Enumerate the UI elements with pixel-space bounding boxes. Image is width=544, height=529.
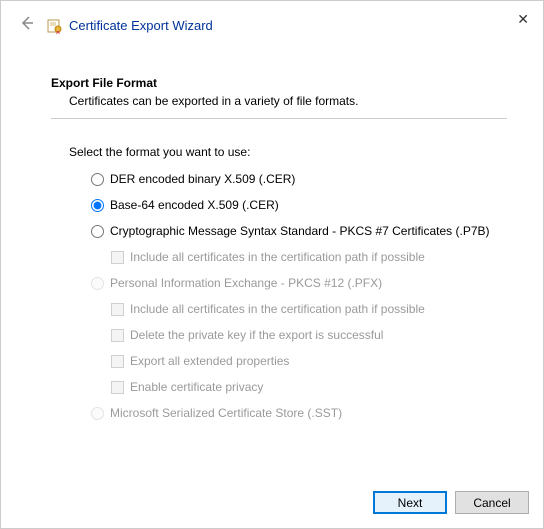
check-pfx-privacy: Enable certificate privacy	[111, 379, 507, 395]
checkbox-icon	[111, 329, 124, 342]
radio-der-input[interactable]	[91, 173, 104, 186]
radio-pkcs7[interactable]: Cryptographic Message Syntax Standard - …	[91, 223, 507, 239]
radio-pfx: Personal Information Exchange - PKCS #12…	[91, 275, 507, 291]
checkbox-icon	[111, 355, 124, 368]
radio-sst-label: Microsoft Serialized Certificate Store (…	[110, 405, 342, 421]
wizard-title: Certificate Export Wizard	[69, 18, 213, 33]
check-pfx-include-label: Include all certificates in the certific…	[130, 301, 425, 317]
check-pkcs7-include-label: Include all certificates in the certific…	[130, 249, 425, 265]
radio-pkcs7-input[interactable]	[91, 225, 104, 238]
certificate-icon	[47, 18, 63, 34]
check-pfx-privacy-label: Enable certificate privacy	[130, 379, 263, 395]
radio-sst: Microsoft Serialized Certificate Store (…	[91, 405, 507, 421]
radio-base64[interactable]: Base-64 encoded X.509 (.CER)	[91, 197, 507, 213]
format-prompt: Select the format you want to use:	[69, 145, 507, 159]
radio-base64-label: Base-64 encoded X.509 (.CER)	[110, 197, 279, 213]
radio-der-label: DER encoded binary X.509 (.CER)	[110, 171, 295, 187]
next-button[interactable]: Next	[373, 491, 447, 514]
checkbox-icon	[111, 251, 124, 264]
check-pkcs7-include: Include all certificates in the certific…	[111, 249, 507, 265]
back-arrow-icon[interactable]	[19, 15, 35, 36]
radio-pfx-label: Personal Information Exchange - PKCS #12…	[110, 275, 382, 291]
checkbox-icon	[111, 381, 124, 394]
check-pfx-delete-label: Delete the private key if the export is …	[130, 327, 383, 343]
radio-pfx-input	[91, 277, 104, 290]
radio-der[interactable]: DER encoded binary X.509 (.CER)	[91, 171, 507, 187]
radio-base64-input[interactable]	[91, 199, 104, 212]
radio-pkcs7-label: Cryptographic Message Syntax Standard - …	[110, 223, 490, 239]
check-pfx-ext-label: Export all extended properties	[130, 353, 289, 369]
check-pfx-delete: Delete the private key if the export is …	[111, 327, 507, 343]
cancel-button[interactable]: Cancel	[455, 491, 529, 514]
close-icon[interactable]: ✕	[517, 11, 529, 28]
checkbox-icon	[111, 303, 124, 316]
check-pfx-include: Include all certificates in the certific…	[111, 301, 507, 317]
section-heading: Export File Format	[51, 76, 507, 90]
divider	[51, 118, 507, 119]
section-subheading: Certificates can be exported in a variet…	[69, 94, 507, 108]
radio-sst-input	[91, 407, 104, 420]
check-pfx-ext: Export all extended properties	[111, 353, 507, 369]
